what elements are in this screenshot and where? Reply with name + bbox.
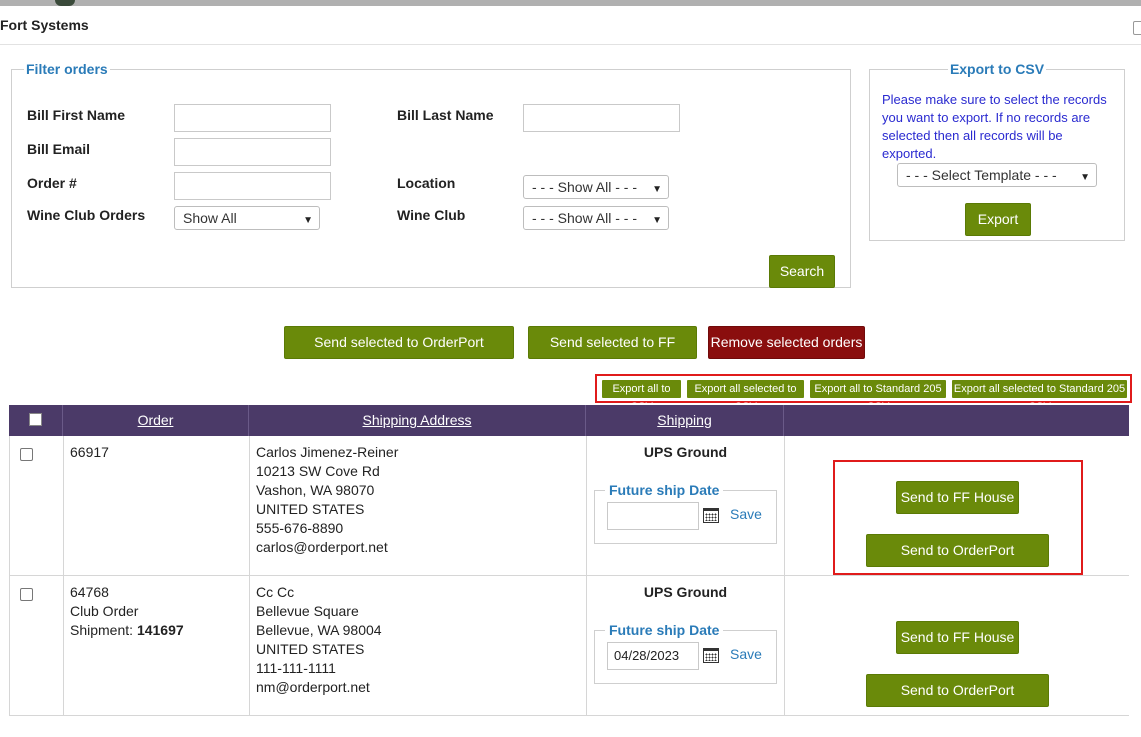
- location-select[interactable]: - - - Show All - - - ▼: [523, 175, 669, 199]
- address-lines: Cc Cc Bellevue Square Bellevue, WA 98004…: [256, 583, 382, 697]
- address-street: Bellevue Square: [256, 603, 359, 619]
- export-csv-legend: Export to CSV: [949, 61, 1045, 77]
- future-ship-date-legend: Future ship Date: [609, 482, 720, 498]
- send-to-orderport-button[interactable]: Send to OrderPort Fulfillment: [866, 674, 1049, 729]
- future-ship-date-group: Future ship Date Save: [594, 482, 777, 544]
- row-check-cell: [10, 576, 64, 715]
- order-number: 64768: [70, 584, 109, 600]
- bill-email-label: Bill Email: [27, 141, 91, 157]
- bill-email-input[interactable]: [174, 138, 331, 166]
- app-title: Fort Systems: [0, 17, 89, 33]
- save-link[interactable]: Save: [730, 506, 762, 522]
- row-checkbox[interactable]: [20, 448, 33, 461]
- calendar-icon[interactable]: [703, 508, 719, 523]
- chevron-down-icon: ▼: [652, 184, 662, 195]
- address-city: Vashon, WA 98070: [256, 482, 375, 498]
- filter-orders-panel: Filter orders Bill First Name Bill Last …: [11, 61, 851, 288]
- shipment-label: Shipment:: [70, 622, 134, 638]
- shipping-column-header[interactable]: Shipping: [586, 405, 784, 436]
- bill-first-name-input[interactable]: [174, 104, 331, 132]
- row-actions-cell: Send to FF House Send to OrderPort Fulfi…: [785, 576, 1130, 729]
- export-all-selected-standard-205-button[interactable]: Export all selected to Standard 205 CSV: [952, 380, 1127, 413]
- address-country: UNITED STATES: [256, 641, 365, 657]
- order-column-header[interactable]: Order: [63, 405, 249, 436]
- address-phone: 111-111-1111: [256, 660, 336, 676]
- future-ship-date-group: Future ship Date 04/28/2023 Save: [594, 622, 777, 684]
- actions-column-header: [784, 405, 1129, 436]
- bill-first-name-label: Bill First Name: [27, 107, 126, 123]
- table-row: 64768 Club Order Shipment: 141697 Cc Cc …: [9, 576, 1130, 729]
- select-all-cell: [9, 405, 63, 436]
- wine-club-orders-label: Wine Club Orders: [27, 207, 146, 223]
- future-ship-date-input[interactable]: [607, 502, 699, 530]
- wine-club-select-value: - - - Show All - - -: [532, 210, 638, 226]
- address-name: Carlos Jimenez-Reiner: [256, 444, 399, 460]
- window-button[interactable]: [1133, 21, 1141, 35]
- order-lines: 66917: [70, 443, 109, 462]
- send-to-ff-house-button[interactable]: Send to FF House: [896, 481, 1019, 514]
- chevron-down-icon: ▼: [1080, 172, 1090, 183]
- location-select-value: - - - Show All - - -: [532, 179, 638, 195]
- row-checkbox[interactable]: [20, 588, 33, 601]
- address-cell: Carlos Jimenez-Reiner 10213 SW Cove Rd V…: [250, 436, 587, 575]
- address-city: Bellevue, WA 98004: [256, 622, 382, 638]
- table-row: 66917 Carlos Jimenez-Reiner 10213 SW Cov…: [9, 436, 1130, 589]
- row-actions-cell: Send to FF House Send to OrderPort Fulfi…: [785, 436, 1130, 589]
- shipment-value: 141697: [136, 622, 184, 638]
- location-label: Location: [397, 175, 456, 191]
- shipping-address-column-header[interactable]: Shipping Address: [249, 405, 586, 436]
- address-phone: 555-676-8890: [256, 520, 344, 536]
- bill-last-name-input[interactable]: [523, 104, 680, 132]
- address-country: UNITED STATES: [256, 501, 365, 517]
- address-street: 10213 SW Cove Rd: [256, 463, 380, 479]
- order-cell: 64768 Club Order Shipment: 141697: [64, 576, 250, 715]
- future-ship-date-legend: Future ship Date: [609, 622, 720, 638]
- shipping-method: UPS Ground: [643, 444, 728, 460]
- address-email: nm@orderport.net: [256, 679, 370, 695]
- wine-club-label: Wine Club: [397, 207, 466, 223]
- future-ship-date-input[interactable]: 04/28/2023: [607, 642, 699, 670]
- chevron-down-icon: ▼: [652, 215, 662, 226]
- shipping-cell: UPS Ground Future ship Date 04/28/2023 S…: [587, 576, 785, 715]
- export-all-standard-205-button[interactable]: Export all to Standard 205 CSV: [810, 380, 946, 413]
- shipping-method: UPS Ground: [643, 584, 728, 600]
- shipment-line: Shipment: 141697: [70, 621, 184, 640]
- send-selected-orderport-button[interactable]: Send selected to OrderPort Fulfillment: [284, 326, 514, 381]
- select-all-checkbox[interactable]: [29, 413, 42, 426]
- address-lines: Carlos Jimenez-Reiner 10213 SW Cove Rd V…: [256, 443, 398, 557]
- address-name: Cc Cc: [256, 584, 295, 600]
- address-email: carlos@orderport.net: [256, 539, 388, 555]
- export-all-csv-button[interactable]: Export all to CSV: [602, 380, 681, 413]
- order-number-input[interactable]: [174, 172, 331, 200]
- order-cell: 66917: [64, 436, 250, 575]
- app-header: Fort Systems: [0, 6, 1141, 45]
- remove-selected-button[interactable]: Remove selected orders: [708, 326, 865, 359]
- search-button[interactable]: Search: [769, 255, 835, 288]
- order-number-label: Order #: [27, 175, 77, 191]
- send-to-ff-house-button[interactable]: Send to FF House: [896, 621, 1019, 654]
- orders-table-header: Order Shipping Address Shipping: [9, 405, 1129, 436]
- shipping-cell: UPS Ground Future ship Date Save: [587, 436, 785, 575]
- wine-club-orders-select-value: Show All: [183, 210, 237, 226]
- club-order-label: Club Order: [70, 603, 139, 619]
- bill-last-name-label: Bill Last Name: [397, 107, 494, 123]
- filter-orders-legend: Filter orders: [26, 61, 108, 77]
- calendar-icon[interactable]: [703, 648, 719, 663]
- send-selected-ff-house-button[interactable]: Send selected to FF House: [528, 326, 697, 381]
- save-link[interactable]: Save: [730, 646, 762, 662]
- export-csv-panel: Export to CSV Please make sure to select…: [869, 61, 1125, 241]
- row-check-cell: [10, 436, 64, 575]
- address-cell: Cc Cc Bellevue Square Bellevue, WA 98004…: [250, 576, 587, 715]
- order-number: 66917: [70, 444, 109, 460]
- wine-club-select[interactable]: - - - Show All - - - ▼: [523, 206, 669, 230]
- template-select[interactable]: - - - Select Template - - - ▼: [897, 163, 1097, 187]
- chevron-down-icon: ▼: [303, 215, 313, 226]
- export-button[interactable]: Export: [965, 203, 1031, 236]
- export-all-selected-csv-button[interactable]: Export all selected to CSV: [687, 380, 804, 413]
- export-note: Please make sure to select the records y…: [882, 92, 1107, 161]
- order-lines: 64768 Club Order Shipment: 141697: [70, 583, 184, 640]
- send-to-orderport-button[interactable]: Send to OrderPort Fulfillment: [866, 534, 1049, 589]
- template-select-value: - - - Select Template - - -: [906, 167, 1057, 183]
- wine-club-orders-select[interactable]: Show All ▼: [174, 206, 320, 230]
